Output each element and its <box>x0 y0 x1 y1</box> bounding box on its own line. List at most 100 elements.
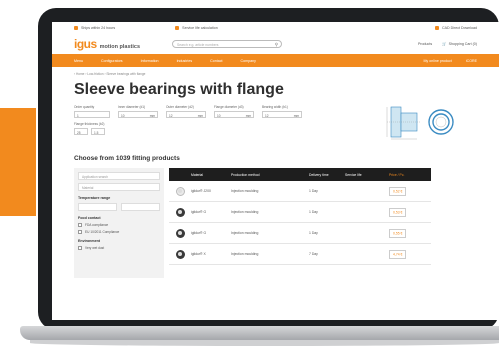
application-select[interactable]: Application search <box>78 172 160 180</box>
table-row[interactable]: iglidur® X Injection moulding 7 Day 4,74… <box>169 244 431 265</box>
temperature-range <box>78 203 160 211</box>
material-cell: iglidur® G <box>191 231 207 235</box>
nav-item-contact[interactable]: Contact <box>210 59 222 63</box>
order-quantity-label: Order quantity <box>74 105 95 109</box>
bearing-width-label: Bearing width (b1) <box>262 105 288 109</box>
outer-diameter-label: Outer diameter (d2) <box>166 105 194 109</box>
download-icon <box>435 26 440 30</box>
cad-text: CAD Direct Download <box>442 26 477 30</box>
nav-item-my-product[interactable]: My online product <box>423 59 451 63</box>
filter-sidebar: Application search Material Temperature … <box>74 168 164 278</box>
calculator-icon <box>175 26 180 30</box>
price-value: 0,52 € <box>389 186 407 196</box>
bearing-icon <box>175 207 185 217</box>
col-header-delivery[interactable]: Delivery time <box>309 173 345 177</box>
outer-diameter-field[interactable]: 12 mm <box>166 111 206 118</box>
product-thumb <box>169 228 191 238</box>
eu-checkbox[interactable]: EU 10/2011 Compliance <box>78 230 160 234</box>
breadcrumb[interactable]: ‹ Home › Low-friction › Sleeve bearings … <box>52 67 499 76</box>
bearing-technical-drawing <box>386 106 454 140</box>
laptop-base <box>20 326 499 340</box>
fda-label: FDA compliance <box>85 223 109 227</box>
flange-diameter-field[interactable]: 10 mm <box>214 111 254 118</box>
logo[interactable]: igus motion plastics <box>74 37 140 51</box>
table-row[interactable]: iglidur® G Injection moulding 1 Day 0,53… <box>169 202 431 223</box>
cart-link[interactable]: 🛒 Shopping Cart (0) <box>442 42 477 46</box>
table-header: Material Production method Delivery time… <box>169 168 431 181</box>
inner-diameter-label: Inner diameter (d1) <box>118 105 146 109</box>
temperature-to-field[interactable] <box>121 203 160 211</box>
lifetime-link[interactable]: Service life calculation <box>175 26 218 30</box>
food-contact-heading: Food contact <box>78 216 101 220</box>
inner-diameter-unit: mm <box>149 113 155 118</box>
table-row[interactable]: iglidur® G Injection moulding 1 Day 0,55… <box>169 223 431 244</box>
laptop-base-shadow <box>30 340 499 346</box>
bearing-width-filter: Bearing width (b1) 12 mm <box>262 105 302 118</box>
results-table: Material Production method Delivery time… <box>169 168 431 278</box>
order-quantity-field[interactable]: 1 <box>74 111 110 118</box>
table-row[interactable]: iglidur® J200 Injection moulding 1 Day 0… <box>169 181 431 202</box>
fda-checkbox[interactable]: FDA compliance <box>78 223 160 227</box>
flange-thickness-from-value: 25 <box>77 130 81 135</box>
bearing-icon <box>175 186 185 196</box>
flange-diameter-label: Flange diameter (d3) <box>214 105 244 109</box>
flange-thickness-to[interactable]: 1.5 <box>91 128 105 135</box>
bearing-width-value: 12 <box>265 113 269 118</box>
cad-link[interactable]: CAD Direct Download <box>435 26 477 30</box>
nav-item-industries[interactable]: Industries <box>177 59 193 63</box>
inner-diameter-value: 10 <box>121 113 125 118</box>
cart-label: Shopping Cart (0) <box>448 42 477 46</box>
nav-item-information[interactable]: Information <box>141 59 159 63</box>
product-thumb <box>169 186 191 196</box>
bearing-hole <box>178 210 182 214</box>
bearing-icon <box>175 249 185 259</box>
checkbox-box <box>78 246 82 250</box>
lifetime-text: Service life calculation <box>182 26 218 30</box>
nav-item-company[interactable]: Company <box>241 59 256 63</box>
outer-diameter-filter: Outer diameter (d2) 12 mm <box>166 105 206 118</box>
price-value: 0,55 € <box>389 228 407 238</box>
nav-item-icore[interactable]: iCORE <box>466 59 477 63</box>
flange-thickness-from[interactable]: 25 <box>74 128 88 135</box>
col-header-service-life[interactable]: Service life <box>345 173 389 177</box>
search-input[interactable]: Search e.g. article numbers ⚲ <box>172 40 283 48</box>
bearing-width-unit: mm <box>293 113 299 118</box>
product-thumb <box>169 207 191 217</box>
search-icon[interactable]: ⚲ <box>275 42 278 48</box>
results-heading: Choose from 1039 fitting products <box>74 155 180 162</box>
nav-right: My online product iCORE <box>423 59 477 63</box>
material-cell: iglidur® X <box>191 252 206 256</box>
price-value: 4,74 € <box>389 249 407 259</box>
flange-thickness-to-value: 1.5 <box>94 130 99 135</box>
product-thumb <box>169 249 191 259</box>
order-quantity-filter: Order quantity 1 <box>74 105 110 118</box>
flange-diameter-value: 10 <box>217 113 221 118</box>
price-cell: 0,52 € <box>389 186 431 196</box>
bearing-width-field[interactable]: 12 mm <box>262 111 302 118</box>
wet-dust-checkbox[interactable]: Very wet dust <box>78 246 160 250</box>
temperature-from-field[interactable] <box>78 203 117 211</box>
col-header-material[interactable]: Material <box>191 173 231 177</box>
temperature-heading: Temperature range <box>78 196 111 200</box>
eu-label: EU 10/2011 Compliance <box>85 230 120 234</box>
bearing-hole <box>178 189 182 193</box>
material-select[interactable]: Material <box>78 183 160 191</box>
price-cell: 4,74 € <box>389 249 431 259</box>
products-link[interactable]: Products <box>418 42 432 46</box>
results-area: Application search Material Temperature … <box>52 162 499 278</box>
delivery-cell: 7 Day <box>309 252 318 256</box>
page-title: Sleeve bearings with flange <box>74 81 284 98</box>
inner-diameter-filter: Inner diameter (d1) 10 mm <box>118 105 158 118</box>
outer-diameter-unit: mm <box>197 113 203 118</box>
col-header-price[interactable]: Price / Pc. <box>389 173 431 177</box>
logo-subtitle: motion plastics <box>99 44 141 50</box>
header-links: Products 🛒 Shopping Cart (0) <box>418 42 477 46</box>
logo-text: igus <box>74 37 97 51</box>
nav-item-menu[interactable]: Menu <box>74 59 83 63</box>
nav-item-configurators[interactable]: Configurators <box>101 59 123 63</box>
order-quantity-value: 1 <box>77 113 79 118</box>
material-cell: iglidur® G <box>191 210 207 214</box>
price-cell: 0,53 € <box>389 207 431 217</box>
col-header-method[interactable]: Production method <box>231 173 309 177</box>
inner-diameter-field[interactable]: 10 mm <box>118 111 158 118</box>
